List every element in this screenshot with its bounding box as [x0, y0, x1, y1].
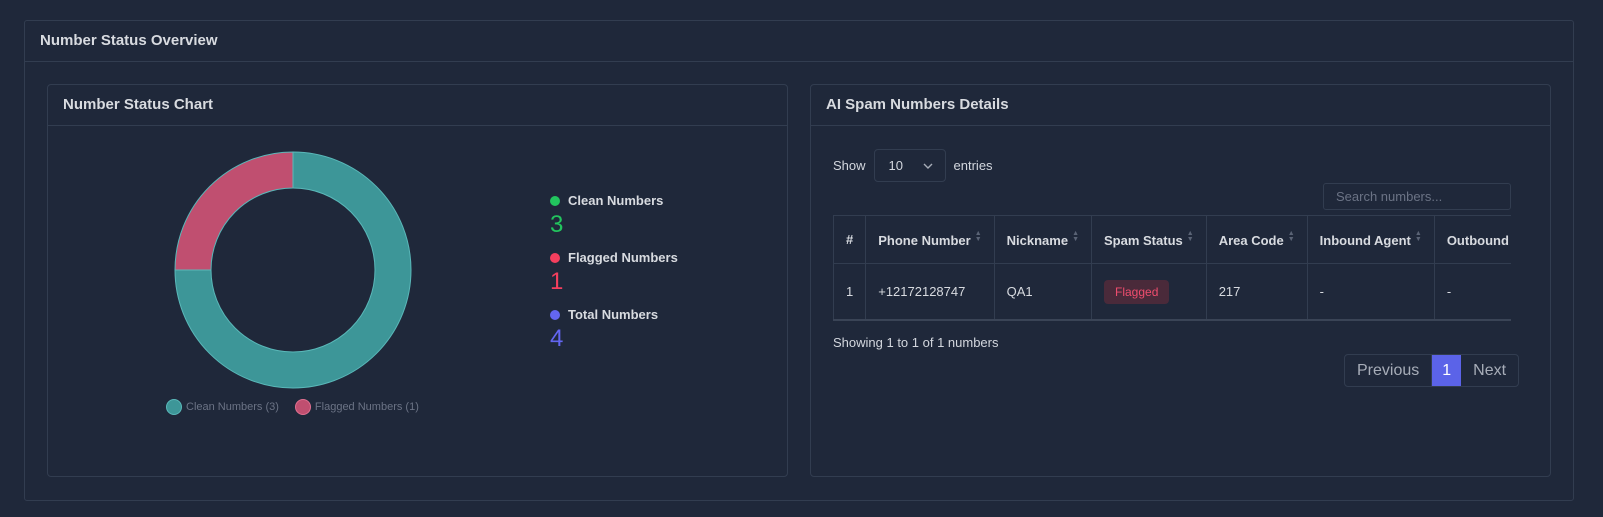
- legend-swatch-clean: [166, 399, 182, 415]
- sort-icon: ▲ ▼: [1414, 230, 1422, 243]
- table-info: Showing 1 to 1 of 1 numbers: [833, 335, 999, 350]
- sort-icon: ▲ ▼: [1287, 230, 1295, 243]
- column-header-index[interactable]: #: [833, 215, 867, 264]
- show-label: Show: [833, 158, 866, 173]
- spam-numbers-table: # Phone Number ▲ ▼ Nickname ▲ ▼ Spam Status ▲…: [833, 215, 1511, 319]
- stat-flagged-label: Flagged Numbers: [568, 250, 678, 265]
- chart-card-title: Number Status Chart: [48, 85, 787, 126]
- donut-slice-flagged-numbers[interactable]: [174, 151, 294, 271]
- previous-button[interactable]: Previous: [1345, 355, 1433, 386]
- cell-area-code: 217: [1205, 263, 1308, 319]
- next-button[interactable]: Next: [1461, 355, 1518, 386]
- stat-total-value: 4: [550, 325, 564, 352]
- column-header-inbound-agent[interactable]: Inbound Agent ▲ ▼: [1306, 215, 1435, 264]
- page-1-button[interactable]: 1: [1432, 355, 1462, 386]
- stat-total-label: Total Numbers: [568, 307, 659, 322]
- entries-length-control: Show 10 entries: [833, 149, 993, 182]
- pagination: Previous 1 Next: [1344, 354, 1520, 387]
- clean-dot-icon: [550, 195, 560, 206]
- column-header-area-code[interactable]: Area Code ▲ ▼: [1205, 215, 1308, 264]
- legend-label-flagged: Flagged Numbers (1): [314, 401, 419, 413]
- stat-clean-value: 3: [550, 211, 564, 238]
- cell-inbound-agent: -: [1306, 263, 1435, 319]
- table-row[interactable]: 1 +12172128747 QA1 Flagged 217 - -: [833, 263, 1511, 319]
- chart-legend: Clean Numbers (3) Flagged Numbers (1): [166, 399, 419, 415]
- sort-icon: ▲ ▼: [974, 230, 982, 243]
- column-header-outbound-agent[interactable]: Outbound Agent▲▼: [1433, 215, 1511, 264]
- sort-icon: ▲ ▼: [1186, 230, 1194, 243]
- table-scroll-container[interactable]: # Phone Number ▲ ▼ Nickname ▲ ▼ Spam Status ▲…: [833, 215, 1511, 321]
- entries-select-value: 10: [888, 158, 903, 173]
- spam-numbers-details-card: AI Spam Numbers Details Show 10 entries …: [810, 84, 1551, 477]
- number-status-overview-panel: Number Status Overview Number Status Cha…: [24, 20, 1574, 501]
- chevron-down-icon: [923, 163, 933, 169]
- legend-item-clean[interactable]: Clean Numbers (3): [166, 399, 279, 415]
- sort-icon: ▲ ▼: [1072, 230, 1079, 243]
- stats-list: Clean Numbers 3 Flagged Numbers 1 Total …: [550, 193, 678, 364]
- flagged-dot-icon: [550, 252, 560, 263]
- stat-flagged-value: 1: [550, 268, 564, 295]
- overview-title: Number Status Overview: [25, 21, 1573, 62]
- stat-total: Total Numbers 4: [550, 307, 678, 352]
- number-status-chart-card: Number Status Chart Clean Numbers (3) Fl…: [47, 84, 788, 477]
- column-header-nickname[interactable]: Nickname ▲ ▼: [993, 215, 1093, 264]
- table-header-row: # Phone Number ▲ ▼ Nickname ▲ ▼ Spam Status ▲…: [833, 215, 1511, 264]
- legend-swatch-flagged: [294, 399, 311, 415]
- cell-index: 1: [833, 263, 867, 319]
- donut-chart: [174, 151, 412, 389]
- search-input[interactable]: [1323, 183, 1511, 210]
- entries-select[interactable]: 10: [873, 149, 946, 182]
- legend-label-clean: Clean Numbers (3): [186, 401, 279, 413]
- cell-outbound-agent: -: [1433, 263, 1511, 319]
- cell-phone: +12172128747: [865, 263, 995, 319]
- column-header-phone[interactable]: Phone Number ▲ ▼: [865, 215, 995, 264]
- total-dot-icon: [550, 309, 560, 320]
- entries-label: entries: [953, 158, 993, 173]
- legend-item-flagged[interactable]: Flagged Numbers (1): [294, 399, 419, 415]
- stat-clean: Clean Numbers 3: [550, 193, 678, 238]
- stat-flagged: Flagged Numbers 1: [550, 250, 678, 295]
- status-badge: Flagged: [1104, 279, 1170, 304]
- column-header-spam-status[interactable]: Spam Status ▲ ▼: [1091, 215, 1207, 264]
- stat-clean-label: Clean Numbers: [568, 193, 664, 208]
- cell-spam-status: Flagged: [1091, 263, 1207, 319]
- table-card-title: AI Spam Numbers Details: [811, 85, 1550, 126]
- cell-nickname: QA1: [993, 263, 1093, 319]
